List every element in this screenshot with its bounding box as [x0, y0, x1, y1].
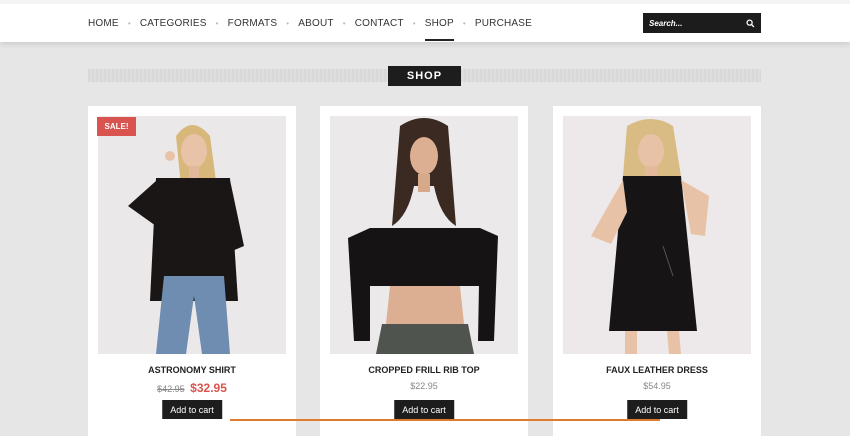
- top-navigation-bar: HOME • CATEGORIES • FORMATS • ABOUT • CO…: [0, 0, 850, 42]
- product-card-cropped-frill-rib-top: CROPPED FRILL RIB TOP $22.95 Add to cart: [320, 106, 528, 436]
- nav-separator: •: [462, 18, 466, 28]
- nav-item-purchase[interactable]: PURCHASE: [475, 18, 532, 29]
- product-name[interactable]: ASTRONOMY SHIRT: [88, 365, 296, 375]
- nav-separator: •: [412, 18, 416, 28]
- product-image[interactable]: [98, 116, 286, 354]
- nav-item-home[interactable]: HOME: [88, 18, 119, 29]
- search-box: [643, 13, 761, 33]
- product-name[interactable]: CROPPED FRILL RIB TOP: [320, 365, 528, 375]
- nav-separator: •: [286, 18, 290, 28]
- search-icon[interactable]: [743, 16, 757, 30]
- sale-price: $32.95: [190, 381, 227, 395]
- product-price: $22.95: [320, 381, 528, 391]
- product-name[interactable]: FAUX LEATHER DRESS: [553, 365, 761, 375]
- add-to-cart-button[interactable]: Add to cart: [162, 400, 222, 419]
- product-image[interactable]: [563, 116, 751, 354]
- sale-badge: SALE!: [97, 117, 136, 136]
- product-image[interactable]: [330, 116, 518, 354]
- nav-item-categories[interactable]: CATEGORIES: [140, 18, 207, 29]
- nav-item-about[interactable]: ABOUT: [298, 18, 333, 29]
- section-title: SHOP: [388, 66, 461, 86]
- nav-separator: •: [342, 18, 346, 28]
- price: $22.95: [410, 381, 438, 391]
- product-card-astronomy-shirt: ASTRONOMY SHIRT $42.95 $32.95 Add to car…: [88, 106, 296, 436]
- price: $54.95: [643, 381, 671, 391]
- nav-separator: •: [127, 18, 131, 28]
- nav-separator: •: [215, 18, 219, 28]
- nav-item-shop[interactable]: SHOP: [424, 18, 455, 41]
- product-price: $42.95 $32.95: [88, 381, 296, 395]
- search-input[interactable]: [643, 17, 743, 29]
- nav-item-contact[interactable]: CONTACT: [355, 18, 404, 29]
- nav-item-formats[interactable]: FORMATS: [228, 18, 278, 29]
- add-to-cart-button[interactable]: Add to cart: [394, 400, 454, 419]
- product-price: $54.95: [553, 381, 761, 391]
- old-price: $42.95: [157, 384, 185, 394]
- add-to-cart-button[interactable]: Add to cart: [627, 400, 687, 419]
- main-nav: HOME • CATEGORIES • FORMATS • ABOUT • CO…: [88, 4, 532, 42]
- product-card-faux-leather-dress: FAUX LEATHER DRESS $54.95 Add to cart: [553, 106, 761, 436]
